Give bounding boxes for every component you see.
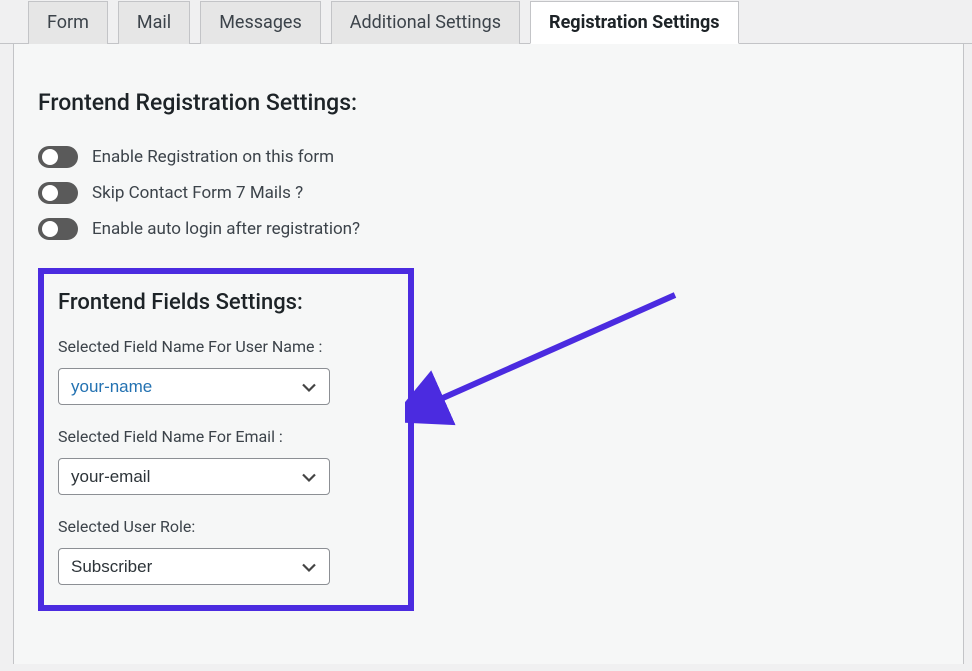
fields-settings-title: Frontend Fields Settings: (58, 290, 394, 315)
toggle-enable-registration-row: Enable Registration on this form (38, 146, 939, 168)
toggle-skip-mails[interactable] (38, 182, 78, 204)
toggle-skip-mails-label: Skip Contact Form 7 Mails ? (92, 183, 303, 203)
select-email[interactable]: your-email (58, 458, 330, 495)
field-role-label: Selected User Role: (58, 517, 394, 536)
toggle-auto-login[interactable] (38, 218, 78, 240)
tab-form[interactable]: Form (28, 1, 108, 44)
toggle-skip-mails-row: Skip Contact Form 7 Mails ? (38, 182, 939, 204)
field-role-group: Selected User Role: Subscriber (58, 517, 394, 585)
select-username[interactable]: your-name (58, 368, 330, 405)
registration-settings-title: Frontend Registration Settings: (38, 89, 939, 116)
toggle-auto-login-label: Enable auto login after registration? (92, 219, 360, 239)
field-username-group: Selected Field Name For User Name : your… (58, 337, 394, 405)
field-email-group: Selected Field Name For Email : your-ema… (58, 427, 394, 495)
select-username-wrap: your-name (58, 368, 330, 405)
tab-additional-settings[interactable]: Additional Settings (331, 1, 520, 44)
tab-messages[interactable]: Messages (200, 1, 321, 44)
toggle-auto-login-row: Enable auto login after registration? (38, 218, 939, 240)
toggle-knob-icon (42, 221, 58, 237)
fields-settings-panel: Frontend Fields Settings: Selected Field… (38, 268, 414, 611)
toggle-enable-registration-label: Enable Registration on this form (92, 147, 334, 167)
content-panel: Frontend Registration Settings: Enable R… (13, 44, 964, 664)
tab-registration-settings[interactable]: Registration Settings (530, 1, 739, 44)
toggle-knob-icon (42, 185, 58, 201)
tabs-bar: Form Mail Messages Additional Settings R… (0, 0, 972, 44)
select-role-wrap: Subscriber (58, 548, 330, 585)
field-username-label: Selected Field Name For User Name : (58, 337, 394, 356)
tab-mail[interactable]: Mail (118, 1, 190, 44)
field-email-label: Selected Field Name For Email : (58, 427, 394, 446)
select-role[interactable]: Subscriber (58, 548, 330, 585)
toggle-enable-registration[interactable] (38, 146, 78, 168)
toggle-knob-icon (42, 149, 58, 165)
select-email-wrap: your-email (58, 458, 330, 495)
